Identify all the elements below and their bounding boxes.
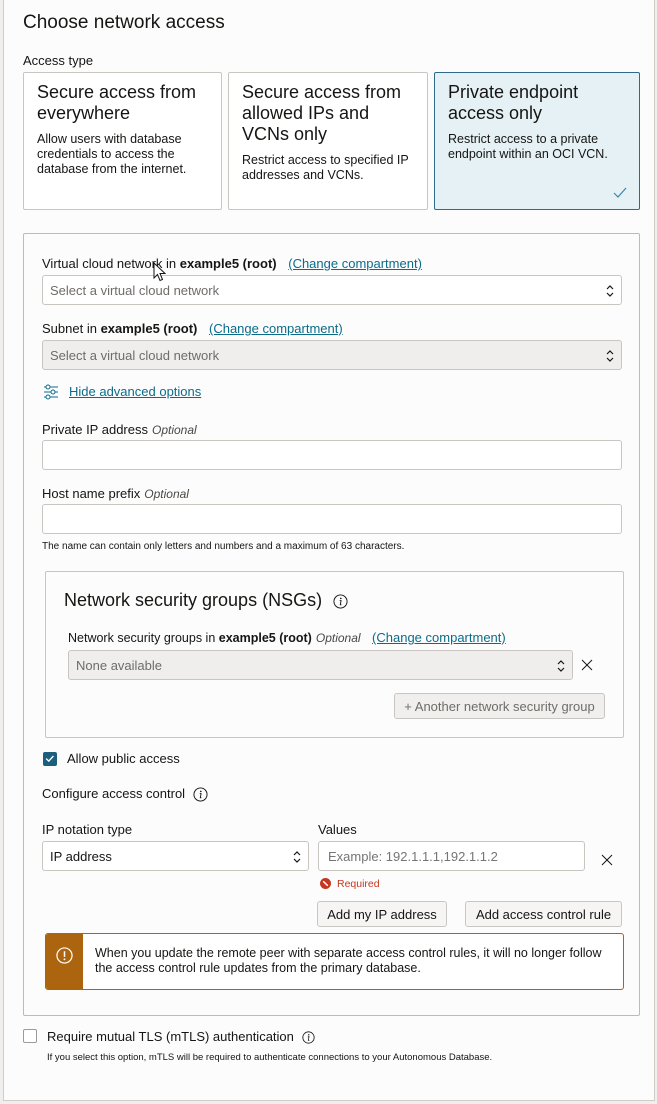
select-arrows-icon	[606, 285, 614, 297]
checkmark-icon	[45, 755, 54, 763]
access-card-everywhere[interactable]: Secure access from everywhere Allow user…	[23, 72, 222, 210]
info-icon[interactable]	[333, 594, 348, 609]
warning-text: When you update the remote peer with sep…	[95, 946, 602, 975]
access-type-label: Access type	[23, 53, 94, 68]
host-prefix-label: Host name prefix Optional	[42, 486, 189, 501]
vcn-compartment: example5 (root)	[179, 256, 277, 271]
info-icon[interactable]	[301, 1031, 315, 1044]
mouse-cursor-icon	[153, 262, 166, 282]
add-my-ip-button[interactable]: Add my IP address	[317, 901, 447, 927]
warning-strip	[46, 934, 83, 989]
select-arrows-icon	[293, 851, 301, 863]
nsg-title: Network security groups (NSGs)	[64, 590, 348, 611]
add-another-nsg-button[interactable]: + Another network security group	[394, 693, 605, 719]
card-title: Secure access from allowed IPs and VCNs …	[242, 82, 402, 144]
access-card-private-endpoint[interactable]: Private endpoint access only Restrict ac…	[434, 72, 640, 210]
info-icon[interactable]	[193, 787, 208, 802]
nsg-section: Network security groups (NSGs) Network s…	[45, 571, 624, 738]
warning-banner: When you update the remote peer with sep…	[45, 933, 624, 990]
subnet-select-value: Select a virtual cloud network	[50, 347, 220, 363]
vcn-select[interactable]: Select a virtual cloud network	[42, 275, 622, 305]
mtls-checkbox[interactable]	[23, 1029, 37, 1043]
nsg-compartment: example5 (root)	[218, 631, 312, 645]
ip-notation-select[interactable]: IP address	[42, 841, 309, 871]
vcn-select-value: Select a virtual cloud network	[50, 282, 220, 298]
error-icon	[320, 878, 331, 889]
card-title: Secure access from everywhere	[37, 82, 197, 123]
network-access-panel: Choose network access Access type Secure…	[3, 0, 655, 1101]
subnet-compartment: example5 (root)	[100, 321, 198, 336]
vcn-label: Virtual cloud network in example5 (root)…	[42, 256, 422, 271]
vcn-change-compartment-link[interactable]: (Change compartment)	[288, 256, 422, 271]
host-prefix-help: The name can contain only letters and nu…	[42, 541, 405, 552]
sliders-icon	[44, 384, 58, 400]
select-arrows-icon	[606, 350, 614, 362]
values-input[interactable]	[318, 841, 585, 871]
access-card-allowed-ips[interactable]: Secure access from allowed IPs and VCNs …	[228, 72, 428, 210]
subnet-change-compartment-link[interactable]: (Change compartment)	[209, 321, 343, 336]
ip-notation-value: IP address	[50, 848, 112, 864]
nsg-change-compartment-link[interactable]: (Change compartment)	[372, 630, 506, 645]
card-title: Private endpoint access only	[448, 82, 579, 123]
mtls-help: If you select this option, mTLS will be …	[47, 1052, 493, 1063]
remove-rule-icon[interactable]	[601, 854, 613, 866]
hide-advanced-options-link[interactable]: Hide advanced options	[69, 384, 201, 399]
nsg-select-value: None available	[76, 657, 163, 673]
values-error: Required	[337, 878, 380, 890]
mtls-label: Require mutual TLS (mTLS) authentication	[47, 1029, 315, 1044]
allow-public-access-label: Allow public access	[67, 751, 180, 766]
card-description: Restrict access to a private endpoint wi…	[448, 132, 608, 161]
private-endpoint-section: Virtual cloud network in example5 (root)…	[23, 233, 640, 1016]
add-access-control-rule-button[interactable]: Add access control rule	[465, 901, 622, 927]
card-description: Allow users with database credentials to…	[37, 132, 187, 176]
private-ip-input[interactable]	[42, 440, 622, 470]
allow-public-access-checkbox[interactable]	[43, 752, 57, 766]
select-arrows-icon	[557, 660, 565, 672]
card-description: Restrict access to specified IP addresse…	[242, 153, 409, 182]
ip-notation-label: IP notation type	[42, 822, 133, 837]
check-icon	[613, 187, 627, 198]
configure-access-control-label: Configure access control	[42, 786, 208, 802]
values-label: Values	[318, 822, 357, 837]
subnet-label: Subnet in example5 (root) (Change compar…	[42, 321, 343, 336]
nsg-select[interactable]: None available	[68, 650, 573, 680]
host-prefix-input[interactable]	[42, 504, 622, 534]
nsg-label: Network security groups in example5 (roo…	[68, 630, 506, 645]
subnet-select[interactable]: Select a virtual cloud network	[42, 340, 622, 370]
page-title: Choose network access	[23, 12, 225, 33]
warning-icon	[56, 947, 73, 964]
remove-nsg-icon[interactable]	[581, 659, 593, 671]
private-ip-label: Private IP address Optional	[42, 422, 197, 437]
